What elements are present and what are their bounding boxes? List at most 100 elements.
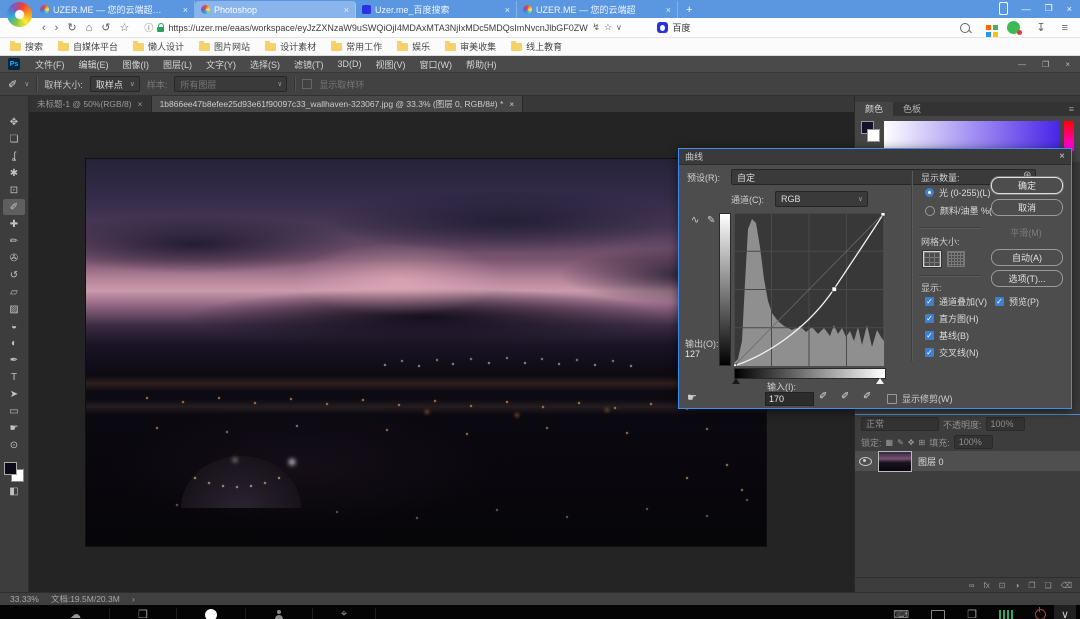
- new-tab-button[interactable]: +: [686, 2, 692, 18]
- baidu-quick-search[interactable]: 百度: [657, 21, 690, 34]
- cloud-upload-icon[interactable]: ☁: [70, 608, 81, 619]
- sample-size-select[interactable]: 取样点 ∨: [90, 76, 140, 92]
- network-signal-icon[interactable]: [999, 610, 1013, 619]
- adjustment-layer-icon[interactable]: ◑: [1015, 581, 1020, 590]
- eyedropper-tool[interactable]: ✐: [3, 199, 25, 215]
- chat-icon[interactable]: ❒: [138, 608, 148, 619]
- histogram-checkbox[interactable]: ✓: [925, 314, 934, 323]
- ps-restore-icon[interactable]: ❐: [1042, 60, 1049, 69]
- ps-close-icon[interactable]: ×: [1065, 60, 1070, 69]
- lock-transparency-icon[interactable]: ▦: [886, 438, 894, 447]
- url-dropdown-icon[interactable]: ∨: [616, 23, 622, 32]
- record-dot-icon[interactable]: [205, 609, 217, 619]
- panel-color-swatches[interactable]: [861, 121, 879, 145]
- menu-select[interactable]: 选择(S): [243, 58, 287, 71]
- layer-row-0[interactable]: 图层 0: [855, 451, 1080, 471]
- shadow-input-slider[interactable]: [732, 378, 740, 384]
- menu-edit[interactable]: 编辑(E): [72, 58, 116, 71]
- home-icon[interactable]: ⌂: [86, 22, 93, 34]
- bookmark-folder[interactable]: 娱乐: [397, 40, 430, 53]
- crop-tool[interactable]: ⊡: [3, 182, 25, 198]
- targeted-adjustment-icon[interactable]: ☛: [687, 391, 697, 404]
- curves-dialog[interactable]: 曲线 × 预设(R): 自定 ∨ ⊛ 通道(C): RGB ∨ ∿ ✎: [678, 148, 1072, 409]
- keyboard-icon[interactable]: ⌨: [893, 608, 909, 619]
- menu-view[interactable]: 视图(V): [369, 58, 413, 71]
- check-overlay-row[interactable]: ✓ 通道叠加(V): [925, 295, 987, 308]
- curves-dialog-titlebar[interactable]: 曲线 ×: [679, 149, 1071, 165]
- pen-tool[interactable]: ✒: [3, 352, 25, 368]
- minimize-icon[interactable]: —: [1022, 4, 1031, 14]
- back-icon[interactable]: ‹: [42, 22, 46, 34]
- check-baseline-row[interactable]: ✓ 基线(B): [925, 329, 969, 342]
- check-histogram-row[interactable]: ✓ 直方图(H): [925, 312, 979, 325]
- menu-file[interactable]: 文件(F): [28, 58, 72, 71]
- zoom-level[interactable]: 33.33%: [10, 594, 39, 604]
- bookmark-star-icon[interactable]: ☆: [119, 21, 129, 34]
- power-icon[interactable]: [1035, 609, 1046, 619]
- favorite-star-icon[interactable]: ☆: [604, 22, 612, 33]
- fullscreen-icon[interactable]: ❐: [967, 608, 977, 619]
- dialog-close-icon[interactable]: ×: [1059, 151, 1065, 162]
- radio-light-row[interactable]: 光 (0-255)(L): [925, 186, 991, 199]
- radio-light[interactable]: [925, 188, 934, 197]
- status-arrow-icon[interactable]: ›: [132, 594, 135, 604]
- bookmark-folder[interactable]: 图片网站: [199, 40, 250, 53]
- options-button[interactable]: 选项(T)...: [991, 270, 1063, 287]
- marquee-tool[interactable]: ❏: [3, 131, 25, 147]
- lock-all-icon[interactable]: ⊞: [918, 438, 925, 447]
- eyedropper-tool-icon[interactable]: ✐: [8, 78, 17, 91]
- history-icon[interactable]: ↺: [101, 21, 110, 34]
- lasso-tool[interactable]: ʆ: [3, 148, 25, 164]
- healing-brush-tool[interactable]: ✚: [3, 216, 25, 232]
- background-color-swatch[interactable]: [867, 129, 880, 142]
- address-bar[interactable]: ⓘ https://uzer.me/eaas/workspace/eyJzZXN…: [144, 21, 644, 34]
- zoom-tool[interactable]: ⊙: [3, 437, 25, 453]
- channel-overlay-checkbox[interactable]: ✓: [925, 297, 934, 306]
- layer-name[interactable]: 图层 0: [918, 455, 944, 468]
- doc-close-icon[interactable]: ×: [138, 99, 143, 109]
- hue-strip-picker[interactable]: [1064, 121, 1074, 151]
- photo-night-cityscape[interactable]: [86, 159, 766, 546]
- color-swatches[interactable]: [4, 462, 24, 482]
- tab-close-icon[interactable]: ×: [505, 5, 510, 15]
- ok-button[interactable]: 确定: [991, 177, 1063, 194]
- saturation-gradient-picker[interactable]: [884, 121, 1059, 151]
- tab-close-icon[interactable]: ×: [183, 5, 188, 15]
- eraser-tool[interactable]: ▱: [3, 284, 25, 300]
- apps-grid-icon[interactable]: [986, 25, 991, 30]
- tool-preset-caret-icon[interactable]: ∨: [24, 80, 29, 88]
- history-brush-tool[interactable]: ↺: [3, 267, 25, 283]
- foreground-color-swatch[interactable]: [4, 462, 17, 475]
- input-value-field[interactable]: 170: [765, 392, 814, 406]
- info-icon[interactable]: ⓘ: [144, 21, 153, 34]
- dodge-tool[interactable]: ◐: [3, 335, 25, 351]
- restore-icon[interactable]: ❐: [1045, 3, 1053, 14]
- tab-color[interactable]: 颜色: [855, 102, 893, 116]
- menu-window[interactable]: 窗口(W): [413, 58, 460, 71]
- type-tool[interactable]: T: [3, 369, 25, 385]
- tab-uzer-1[interactable]: UZER.ME — 您的云端超… ×: [34, 1, 195, 18]
- menu-3d[interactable]: 3D(D): [331, 59, 369, 69]
- bookmark-folder[interactable]: 审美收集: [445, 40, 496, 53]
- bookmark-folder[interactable]: 懒人设计: [133, 40, 184, 53]
- bookmark-folder[interactable]: 线上教育: [511, 40, 562, 53]
- account-avatar-icon[interactable]: [1007, 21, 1020, 34]
- mobile-view-icon[interactable]: [999, 2, 1008, 15]
- tab-swatches[interactable]: 色板: [893, 102, 931, 116]
- preview-checkbox[interactable]: ✓: [995, 297, 1004, 306]
- path-select-tool[interactable]: ➤: [3, 386, 25, 402]
- lock-position-icon[interactable]: ✥: [908, 438, 915, 447]
- gradient-tool[interactable]: ▨: [3, 301, 25, 317]
- grid-fine-button[interactable]: [947, 251, 965, 267]
- grid-quarter-button[interactable]: [923, 251, 941, 267]
- cancel-button[interactable]: 取消: [991, 199, 1063, 216]
- curve-point-shadow[interactable]: [734, 364, 737, 366]
- output-value[interactable]: 127: [685, 349, 700, 359]
- taskbar-expand-icon[interactable]: ∨: [1054, 605, 1076, 619]
- download-icon[interactable]: ↧: [1036, 21, 1045, 34]
- black-point-eyedropper-icon[interactable]: ✐: [819, 391, 827, 402]
- magic-wand-tool[interactable]: ✱: [3, 165, 25, 181]
- layer-effects-icon[interactable]: fx: [984, 581, 990, 590]
- menu-type[interactable]: 文字(Y): [199, 58, 243, 71]
- preview-row[interactable]: ✓ 预览(P): [995, 295, 1039, 308]
